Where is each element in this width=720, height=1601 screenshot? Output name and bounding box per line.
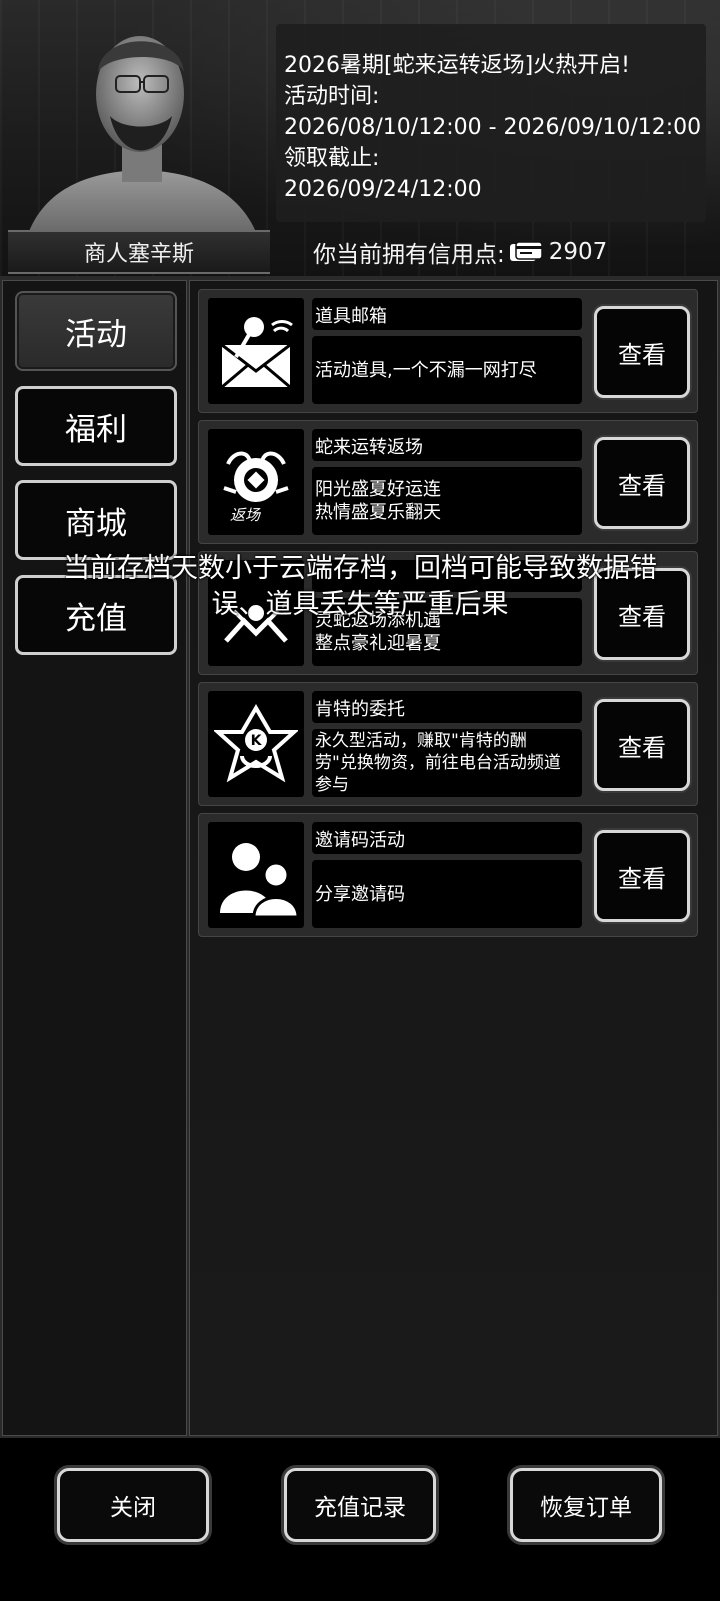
activity-description: 阳光盛夏好运连 热情盛夏乐翻天: [312, 467, 582, 535]
credits-value: 2907: [548, 239, 608, 265]
view-button[interactable]: 查看: [594, 306, 690, 398]
activity-description: 分享邀请码: [312, 860, 582, 928]
event-time-range: 2026/08/10/12:00 - 2026/09/10/12:00: [284, 115, 702, 140]
merchant-name: 商人塞辛斯: [8, 230, 270, 274]
activity-title: 蛇来运转返场: [312, 429, 582, 461]
event-time-label: 活动时间:: [284, 84, 380, 109]
tab-welfare[interactable]: 福利: [15, 386, 177, 466]
event-info-box: 2026暑期[蛇来运转返场]火热开启! 活动时间: 2026/08/10/12:…: [276, 24, 706, 222]
toast-line: 误、道具丢失等严重后果: [211, 589, 509, 620]
activity-desc-line: 分享邀请码: [315, 883, 405, 905]
activity-desc-line: 参与: [315, 775, 349, 795]
activity-list: 道具邮箱 活动道具,一个不漏一网打尽 查看 返场 蛇来运转返场 阳光盛夏好运连 …: [189, 280, 718, 1436]
activity-desc-line: 阳光盛夏好运连: [315, 479, 441, 500]
claim-deadline-value: 2026/09/24/12:00: [284, 177, 482, 202]
activity-description: 永久型活动，赚取"肯特的酬 劳"兑换物资，前往电台活动频道 参与: [312, 729, 582, 797]
recharge-history-button[interactable]: 充值记录: [284, 1468, 436, 1542]
activity-title: 肯特的委托: [312, 691, 582, 723]
restore-order-button[interactable]: 恢复订单: [510, 1468, 662, 1542]
sidebar: 活动 福利 商城 充值: [2, 280, 187, 1436]
footer: 关闭 充值记录 恢复订单: [0, 1438, 720, 1601]
claim-deadline-label: 领取截止:: [284, 146, 380, 171]
header: 商人塞辛斯 2026暑期[蛇来运转返场]火热开启! 活动时间: 2026/08/…: [0, 0, 720, 280]
toast-line: 当前存档天数小于云端存档，回档可能导致数据错: [63, 553, 657, 584]
view-button[interactable]: 查看: [594, 699, 690, 791]
kent-emblem-icon: K: [208, 691, 304, 797]
tab-activities[interactable]: 活动: [15, 291, 177, 371]
credits-label: 你当前拥有信用点:: [313, 242, 505, 268]
activity-desc-line: 活动道具,一个不漏一网打尽: [315, 359, 537, 381]
activity-desc-line: 劳"兑换物资，前往电台活动频道: [315, 753, 561, 773]
activity-desc-line: 永久型活动，赚取"肯特的酬: [315, 731, 527, 751]
activity-title: 邀请码活动: [312, 822, 582, 854]
save-warning-toast: 当前存档天数小于云端存档，回档可能导致数据错 误、道具丢失等严重后果: [20, 551, 700, 623]
tab-shop[interactable]: 商城: [15, 480, 177, 560]
main-panel: 活动 福利 商城 充值 道具邮箱 活动道具,一个不漏一网打尽 查看 返场 蛇来运…: [0, 276, 720, 1438]
svg-text:返场: 返场: [230, 506, 262, 524]
activity-row: K 肯特的委托 永久型活动，赚取"肯特的酬 劳"兑换物资，前往电台活动频道 参与…: [198, 682, 698, 806]
svg-text:K: K: [251, 733, 263, 749]
view-button[interactable]: 查看: [594, 830, 690, 922]
mail-icon: [208, 298, 304, 404]
event-headline: 2026暑期[蛇来运转返场]火热开启!: [284, 53, 630, 78]
view-button[interactable]: 查看: [594, 437, 690, 529]
people-icon: [208, 822, 304, 928]
snake-return-icon: 返场: [208, 429, 304, 535]
credits-display: 你当前拥有信用点: 2907: [313, 236, 607, 268]
activity-title: 道具邮箱: [312, 298, 582, 330]
activity-row: 邀请码活动 分享邀请码 查看: [198, 813, 698, 937]
close-button[interactable]: 关闭: [57, 1468, 209, 1542]
credit-card-icon: [509, 241, 543, 261]
activity-desc-line: 热情盛夏乐翻天: [315, 502, 441, 523]
activity-row: 道具邮箱 活动道具,一个不漏一网打尽 查看: [198, 289, 698, 413]
activity-desc-line: 整点豪礼迎暑夏: [315, 633, 441, 654]
activity-row: 返场 蛇来运转返场 阳光盛夏好运连 热情盛夏乐翻天 查看: [198, 420, 698, 544]
activity-description: 活动道具,一个不漏一网打尽: [312, 336, 582, 404]
